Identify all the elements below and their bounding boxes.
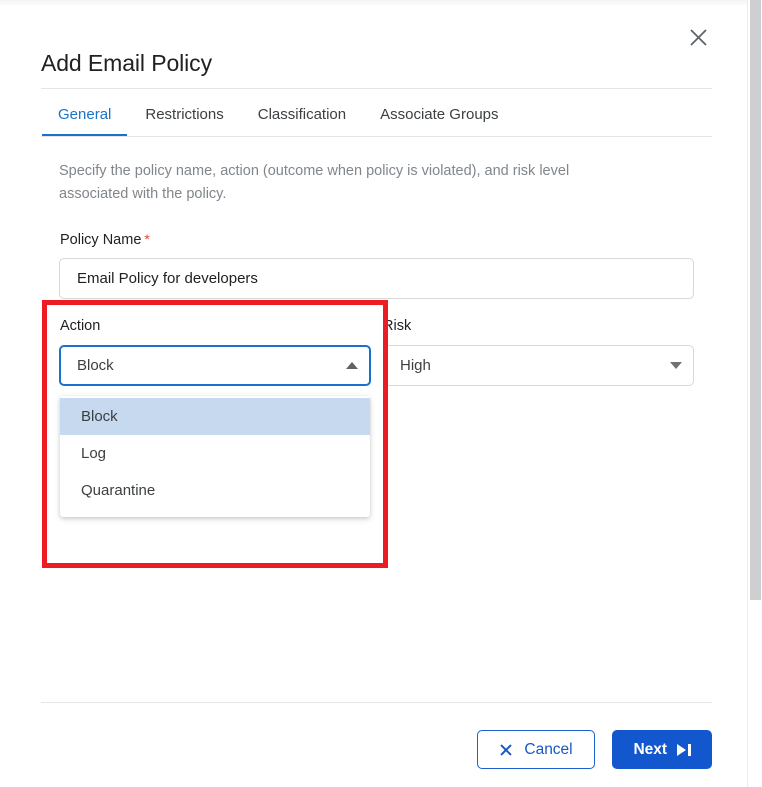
next-button-label: Next (633, 740, 668, 758)
add-email-policy-dialog: Add Email Policy General Restrictions Cl… (0, 0, 762, 787)
action-label: Action (60, 318, 101, 334)
action-dropdown-menu: Block Log Quarantine (60, 396, 370, 517)
action-select[interactable]: Block (59, 345, 371, 386)
tab-general[interactable]: General (41, 96, 128, 137)
tab-bar-underline (41, 136, 712, 137)
next-button[interactable]: Next (612, 730, 712, 769)
close-x-icon (499, 743, 512, 756)
risk-select-value: High (400, 356, 431, 374)
action-select-value: Block (77, 356, 114, 374)
action-option-log[interactable]: Log (60, 435, 370, 472)
close-icon (689, 28, 708, 47)
action-option-quarantine[interactable]: Quarantine (60, 472, 370, 509)
action-option-block[interactable]: Block (60, 398, 370, 435)
title-divider (41, 88, 712, 89)
vertical-scrollbar-thumb[interactable] (750, 0, 761, 600)
cancel-button-label: Cancel (524, 740, 573, 758)
policy-name-label-text: Policy Name (60, 232, 142, 248)
caret-down-icon (659, 362, 693, 369)
footer-divider (41, 702, 712, 703)
policy-name-label: Policy Name * (60, 230, 150, 249)
window-top-strip (0, 0, 748, 5)
close-dialog-button[interactable] (684, 23, 712, 51)
tab-restrictions[interactable]: Restrictions (128, 96, 240, 137)
cancel-button[interactable]: Cancel (477, 730, 595, 769)
policy-name-input[interactable] (59, 258, 694, 299)
vertical-scrollbar-track[interactable] (747, 0, 762, 787)
page-title: Add Email Policy (41, 50, 212, 76)
risk-select[interactable]: High (383, 345, 694, 386)
risk-label: Risk (383, 318, 412, 334)
skip-forward-icon (677, 743, 691, 756)
caret-up-icon (335, 362, 369, 369)
tab-associate-groups[interactable]: Associate Groups (363, 96, 515, 137)
tab-classification[interactable]: Classification (241, 96, 363, 137)
section-description: Specify the policy name, action (outcome… (59, 163, 570, 202)
tab-bar: General Restrictions Classification Asso… (41, 96, 712, 137)
required-asterisk: * (144, 231, 150, 247)
